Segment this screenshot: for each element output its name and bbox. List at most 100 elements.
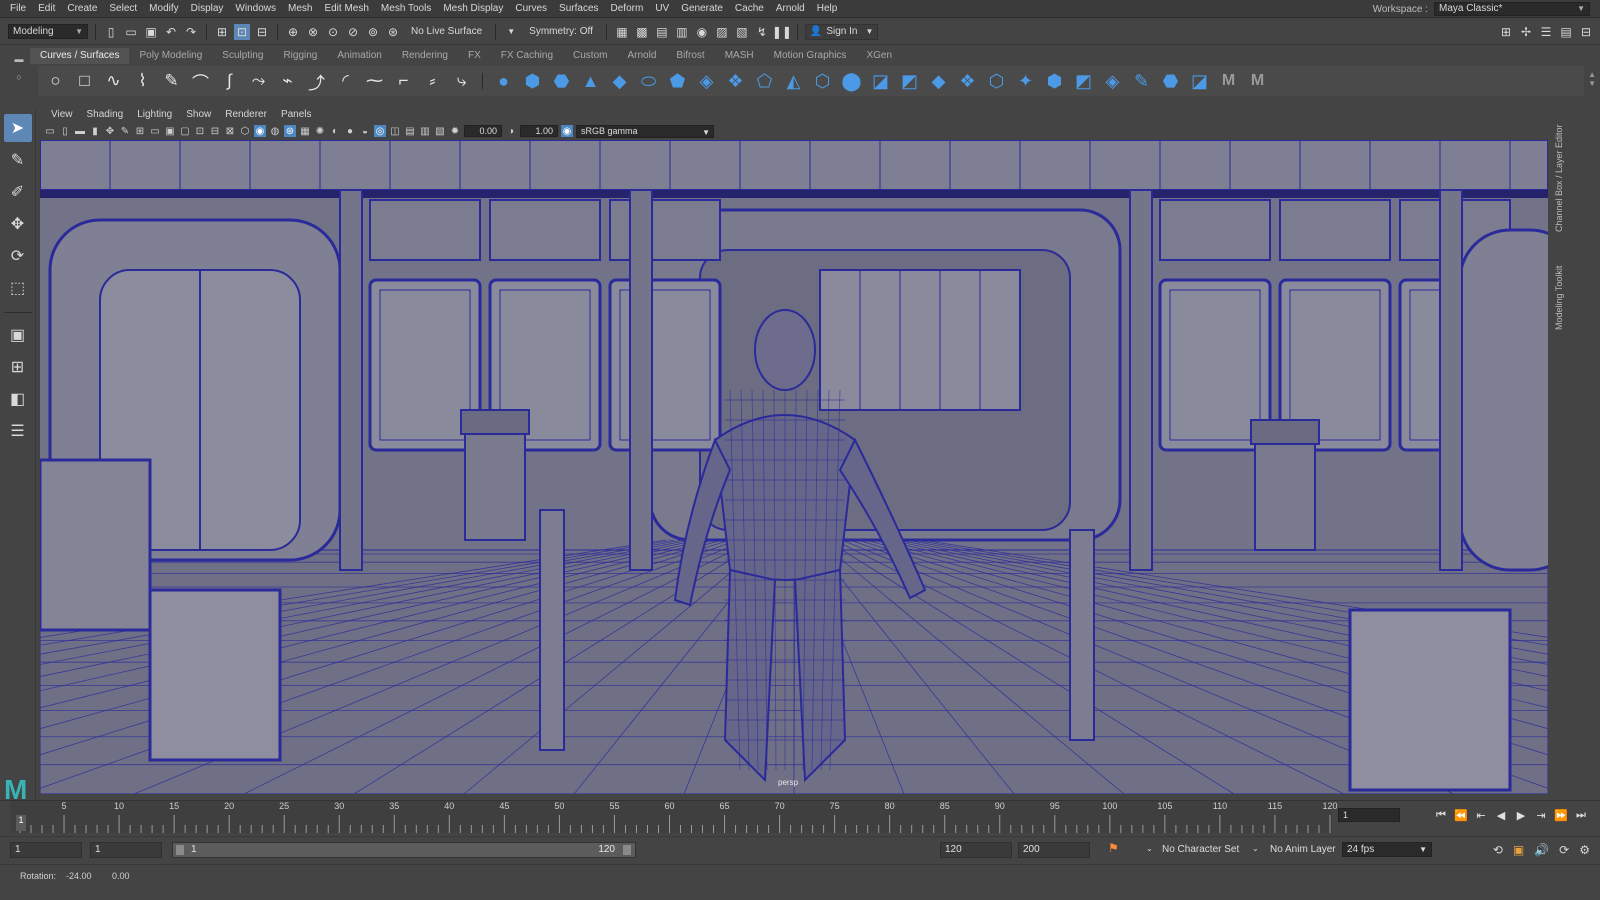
shelf-tab-mash[interactable]: MASH	[715, 48, 764, 64]
step-back-key-icon[interactable]: ⏪	[1454, 807, 1468, 823]
snap-live-icon[interactable]: ⊛	[385, 24, 401, 40]
nurbs-14-icon[interactable]: ⬢	[1043, 70, 1066, 93]
chevron-up-icon[interactable]: ▲	[1588, 70, 1596, 79]
workspace-dropdown[interactable]: Maya Classic* ▼	[1434, 2, 1590, 16]
playback-end-field[interactable]: 120	[940, 842, 1012, 858]
cylinder-icon[interactable]: ⬣	[550, 70, 573, 93]
menu-mesh[interactable]: Mesh	[282, 0, 318, 17]
grease-pencil-icon[interactable]: ✎	[119, 125, 131, 137]
range-start-handle[interactable]	[176, 845, 184, 855]
shelf-tab-xgen[interactable]: XGen	[856, 48, 902, 64]
hypershade-icon[interactable]: ◉	[694, 24, 710, 40]
curve-tool-5-icon[interactable]: ⌐	[392, 70, 415, 93]
channel-box-tab[interactable]: Channel Box / Layer Editor	[1554, 112, 1564, 232]
nurbs-4-icon[interactable]: ⬠	[753, 70, 776, 93]
arc-icon[interactable]: ⌒	[189, 70, 212, 93]
undo-icon[interactable]: ↶	[163, 24, 179, 40]
colorspace-dropdown[interactable]: sRGB gamma ▼	[576, 124, 714, 138]
nurbs-3-icon[interactable]: ❖	[724, 70, 747, 93]
save-scene-icon[interactable]: ▣	[143, 24, 159, 40]
playback-start-field[interactable]: 1	[90, 842, 162, 858]
xray-icon[interactable]: ▤	[404, 125, 416, 137]
menu-create[interactable]: Create	[61, 0, 103, 17]
wireframe-on-shaded-icon[interactable]: ⊛	[284, 125, 296, 137]
scale-tool-icon[interactable]: ⬚	[4, 274, 32, 302]
fps-dropdown[interactable]: 24 fps ▼	[1342, 842, 1432, 857]
menu-mesh-display[interactable]: Mesh Display	[437, 0, 509, 17]
shelf-tab-rigging[interactable]: Rigging	[273, 48, 327, 64]
time-slider[interactable]: 5 10 15 20 25 30 35 40 45 50 55 60 65 70 75 80 85 90 95 100…	[0, 800, 1600, 833]
shelf-tab-bifrost[interactable]: Bifrost	[666, 48, 714, 64]
modeling-toolkit-icon[interactable]: ⊞	[1498, 24, 1514, 40]
attribute-editor-icon[interactable]: ☰	[1538, 24, 1554, 40]
key-icon[interactable]: ▣	[1513, 843, 1524, 857]
safe-title-icon[interactable]: ⊠	[224, 125, 236, 137]
nurbs-8-icon[interactable]: ◪	[869, 70, 892, 93]
nurbs-13-icon[interactable]: ✦	[1014, 70, 1037, 93]
loop-icon[interactable]: ⟲	[1493, 843, 1503, 857]
curve-tool-2-icon[interactable]: ⌁	[276, 70, 299, 93]
panel-menu-renderer[interactable]: Renderer	[218, 108, 274, 122]
smooth-shade-icon[interactable]: ◉	[254, 125, 266, 137]
symmetry-status[interactable]: Symmetry: Off	[523, 26, 599, 37]
nurbs-9-icon[interactable]: ◩	[898, 70, 921, 93]
ambient-occlusion-icon[interactable]: ●	[344, 125, 356, 137]
default-material-icon[interactable]: ◍	[269, 125, 281, 137]
xray-joints-icon[interactable]: ▧	[434, 125, 446, 137]
pause-icon[interactable]: ❚❚	[772, 24, 792, 40]
ep-curve-icon[interactable]: ⌇	[131, 70, 154, 93]
menu-arnold[interactable]: Arnold	[770, 0, 811, 17]
menu-display[interactable]: Display	[185, 0, 230, 17]
curve-tool-6-icon[interactable]: ⸗	[421, 70, 444, 93]
select-component-icon[interactable]: ⊟	[254, 24, 270, 40]
anim-layer-dropdown[interactable]: No Anim Layer	[1270, 844, 1336, 855]
menu-edit[interactable]: Edit	[32, 0, 61, 17]
tool-settings-icon[interactable]: ▤	[1558, 24, 1574, 40]
square-icon[interactable]: □	[73, 70, 96, 93]
use-lights-icon[interactable]: ✺	[314, 125, 326, 137]
lasso-tool-icon[interactable]: ✎	[4, 146, 32, 174]
select-object-icon[interactable]: ⊡	[234, 23, 250, 40]
paint-select-tool-icon[interactable]: ✐	[4, 178, 32, 206]
nurbs-18-icon[interactable]: ⬣	[1159, 70, 1182, 93]
play-backwards-icon[interactable]: ◀	[1494, 807, 1508, 823]
time-ruler[interactable]: 5 10 15 20 25 30 35 40 45 50 55 60 65 70 75 80 85 90 95 100…	[10, 801, 1338, 833]
viewport[interactable]	[40, 140, 1548, 794]
cube-icon[interactable]: ⬢	[521, 70, 544, 93]
textured-icon[interactable]: ▦	[299, 125, 311, 137]
menu-deform[interactable]: Deform	[605, 0, 650, 17]
range-bar[interactable]: 1 120	[172, 842, 636, 858]
go-to-end-icon[interactable]: ⏭	[1574, 807, 1588, 823]
character-set-dropdown[interactable]: No Character Set	[1162, 844, 1239, 855]
new-scene-icon[interactable]: ▯	[103, 24, 119, 40]
shelf-scroll[interactable]: ▲ ▼	[1588, 70, 1596, 88]
plane-icon[interactable]: ◆	[608, 70, 631, 93]
shelf-tab-fx-caching[interactable]: FX Caching	[491, 48, 563, 64]
image-plane-icon[interactable]: ▮	[89, 125, 101, 137]
grid-icon[interactable]: ⊞	[134, 125, 146, 137]
camera-attr-icon[interactable]: ▯	[59, 125, 71, 137]
render-frame-icon[interactable]: ▩	[634, 24, 650, 40]
bookmark-icon[interactable]: ▬	[74, 125, 86, 137]
menu-select[interactable]: Select	[103, 0, 143, 17]
go-to-start-icon[interactable]: ⏮	[1434, 807, 1448, 823]
preferences-icon[interactable]: ⚙	[1579, 843, 1590, 857]
render-settings-icon[interactable]: ▥	[674, 24, 690, 40]
nurbs-5-icon[interactable]: ◭	[782, 70, 805, 93]
shelf-tab-motion-graphics[interactable]: Motion Graphics	[764, 48, 857, 64]
menu-cache[interactable]: Cache	[729, 0, 770, 17]
render-view-icon[interactable]: ▦	[614, 24, 630, 40]
mode-dropdown[interactable]: Modeling ▼	[8, 24, 88, 39]
snap-grid-icon[interactable]: ⊕	[285, 24, 301, 40]
panel-menu-show[interactable]: Show	[179, 108, 218, 122]
chevron-down-icon[interactable]: ▼	[503, 24, 519, 40]
shelf-options-icon[interactable]: ○	[16, 72, 21, 82]
open-scene-icon[interactable]: ▭	[123, 24, 139, 40]
mash-icon[interactable]: M	[1217, 70, 1240, 93]
shelf-tab-custom[interactable]: Custom	[563, 48, 617, 64]
gamma-field[interactable]: 1.00	[520, 125, 558, 137]
render-sequence-icon[interactable]: ↯	[754, 24, 770, 40]
shelf-tab-fx[interactable]: FX	[458, 48, 491, 64]
arnold-ipr-icon[interactable]: ▧	[734, 24, 750, 40]
color-management-icon[interactable]: ◉	[561, 125, 573, 137]
